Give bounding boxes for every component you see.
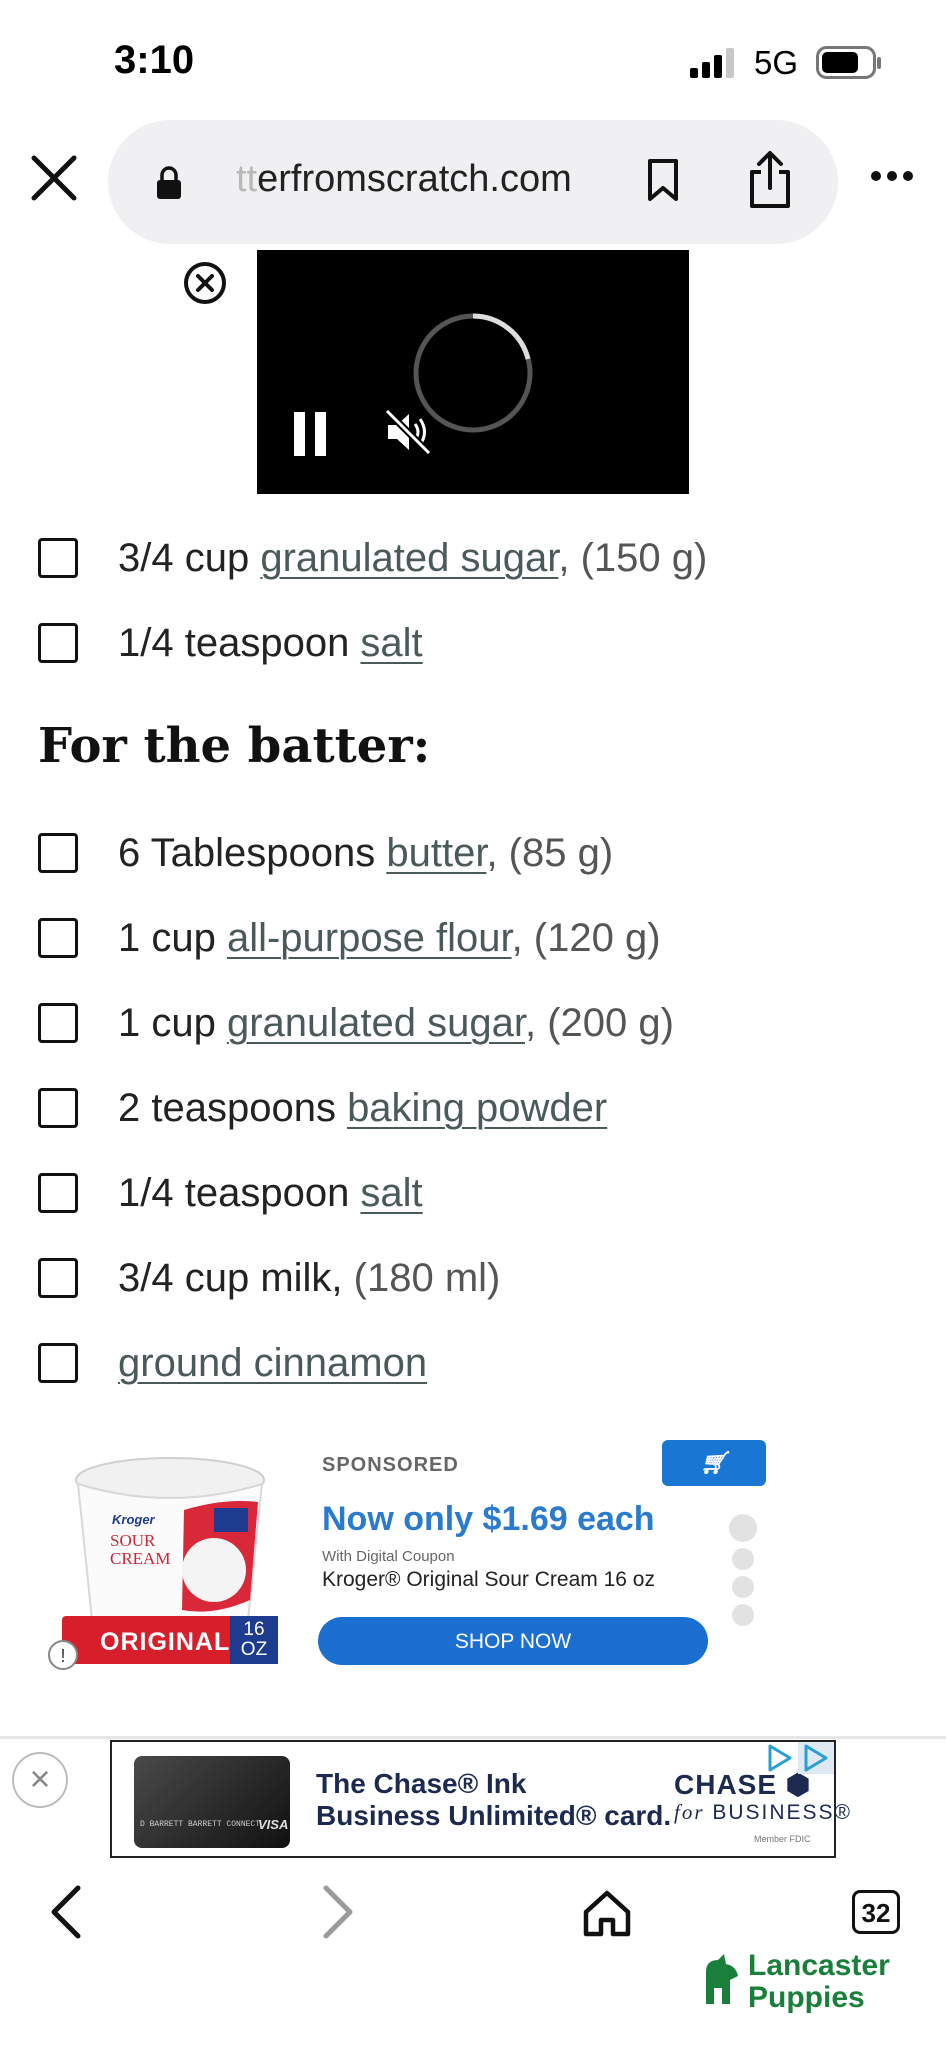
ingredient-checkbox[interactable] [38, 1173, 78, 1213]
ingredient-link[interactable]: ground cinnamon [118, 1341, 427, 1385]
sponsored-label: SPONSORED [322, 1454, 459, 1476]
card-holder: D BARRETT BARRETT CONNECT [140, 1820, 261, 1829]
url-text[interactable]: tterfromscratch.com [236, 158, 572, 201]
fdic-note: Member FDIC [754, 1834, 811, 1844]
carousel-dot[interactable] [732, 1604, 754, 1626]
coupon-note: With Digital Coupon [322, 1548, 455, 1565]
video-close-icon[interactable] [182, 260, 228, 306]
network-type: 5G [754, 44, 799, 81]
ingredient-row: 6 Tablespoons butter, (85 g) [38, 823, 613, 883]
section-heading: For the batter: [38, 718, 431, 774]
ingredient-row: 1/4 teaspoon salt [38, 613, 423, 673]
ingredient-link[interactable]: baking powder [347, 1086, 607, 1130]
status-time: 3:10 [114, 38, 195, 82]
tabs-count-button[interactable]: 32 [852, 1890, 900, 1934]
ingredient-checkbox[interactable] [38, 1258, 78, 1298]
banner-close-button[interactable]: × [12, 1752, 68, 1808]
back-arrow-icon[interactable] [46, 1884, 86, 1940]
more-options-icon[interactable] [870, 170, 914, 182]
ingredient-row: ground cinnamon [38, 1333, 427, 1393]
lancaster-puppies-logo-icon [706, 1954, 738, 2004]
close-tab-icon[interactable] [28, 152, 80, 204]
kroger-logo[interactable]: 🛒︎ Kroger [662, 1440, 766, 1521]
muted-speaker-icon[interactable] [384, 408, 432, 456]
ingredient-checkbox[interactable] [38, 918, 78, 958]
ingredient-checkbox[interactable] [38, 1088, 78, 1128]
ingredient-link[interactable]: butter [386, 831, 486, 875]
divider [0, 1736, 946, 1739]
tub-brand: Kroger [112, 1512, 155, 1527]
ingredient-link[interactable]: salt [360, 621, 422, 665]
credit-card-image [134, 1756, 290, 1848]
carousel-dot[interactable] [729, 1514, 757, 1542]
shop-now-button[interactable]: SHOP NOW [318, 1617, 708, 1665]
ingredient-checkbox[interactable] [38, 1003, 78, 1043]
pause-icon[interactable] [292, 412, 328, 456]
tub-label: SOUR CREAM [110, 1531, 171, 1568]
ad-price-headline[interactable]: Now only $1.69 each [322, 1500, 655, 1539]
ingredient-link[interactable]: all-purpose flour [227, 916, 512, 960]
adchoices-icon[interactable] [762, 1742, 834, 1774]
bookmark-icon[interactable] [646, 158, 680, 202]
ingredient-checkbox[interactable] [38, 833, 78, 873]
ingredient-link[interactable]: granulated sugar [227, 1001, 525, 1045]
forward-arrow-icon[interactable] [318, 1884, 358, 1940]
ingredient-link[interactable]: granulated sugar [260, 536, 558, 580]
watermark-text: Lancaster Puppies [748, 1949, 890, 2014]
ingredient-row: 3/4 cup granulated sugar, (150 g) [38, 528, 707, 588]
cart-icon: 🛒︎ [700, 1450, 728, 1475]
ingredient-row: 3/4 cup milk, (180 ml) [38, 1248, 500, 1308]
ingredient-row: 1/4 teaspoon salt [38, 1163, 423, 1223]
card-network: VISA [258, 1817, 289, 1832]
carousel-dot[interactable] [732, 1548, 754, 1570]
variant-label: ORIGINAL [100, 1628, 231, 1656]
battery-icon [816, 46, 881, 79]
signal-icon [690, 48, 734, 78]
banner-headline-1: The Chase® Ink [316, 1768, 527, 1799]
ingredient-link[interactable]: salt [360, 1171, 422, 1215]
carousel-dot[interactable] [732, 1576, 754, 1598]
chase-business: for BUSINESS® [674, 1800, 853, 1824]
ad-info-icon[interactable]: ! [48, 1640, 78, 1670]
size-badge: 16 OZ [230, 1616, 278, 1664]
ingredient-checkbox[interactable] [38, 623, 78, 663]
home-icon[interactable] [582, 1888, 632, 1938]
ingredient-row: 2 teaspoons baking powder [38, 1078, 607, 1138]
product-name[interactable]: Kroger® Original Sour Cream 16 oz [322, 1568, 655, 1592]
ingredient-checkbox[interactable] [38, 538, 78, 578]
lock-icon [157, 166, 181, 199]
share-icon[interactable] [744, 150, 796, 210]
ingredient-checkbox[interactable] [38, 1343, 78, 1383]
carousel-dots [729, 1514, 757, 1632]
ingredient-row: 1 cup granulated sugar, (200 g) [38, 993, 674, 1053]
ingredient-row: 1 cup all-purpose flour, (120 g) [38, 908, 661, 968]
banner-headline-2: Business Unlimited® card. [316, 1800, 672, 1831]
